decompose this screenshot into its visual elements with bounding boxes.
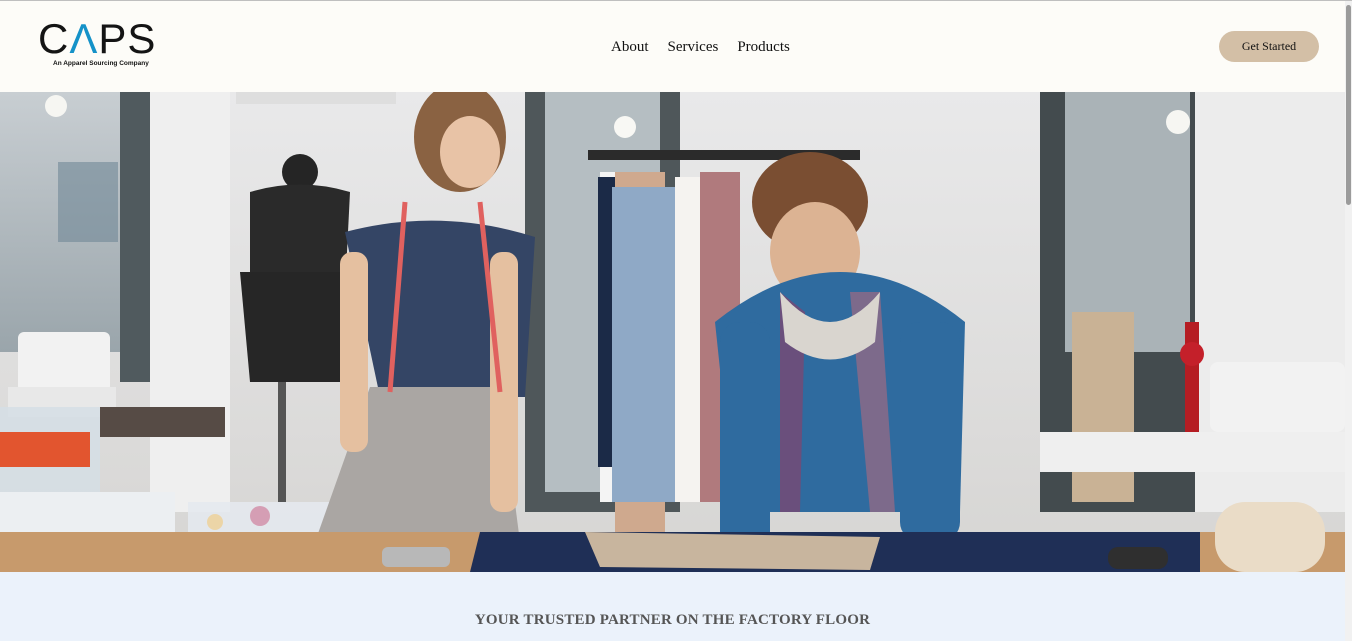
nav-products[interactable]: Products bbox=[737, 38, 790, 56]
scrollbar-thumb[interactable] bbox=[1346, 5, 1351, 205]
hero-image bbox=[0, 92, 1345, 572]
logo-letters-ps: PS bbox=[98, 15, 157, 62]
logo-letter-c: C bbox=[38, 15, 70, 62]
page-scrollbar[interactable] bbox=[1345, 1, 1352, 641]
logo-letter-a: Λ bbox=[69, 15, 99, 62]
get-started-button[interactable]: Get Started bbox=[1219, 31, 1319, 62]
hero-illustration bbox=[0, 92, 1345, 572]
site-header: CΛPS An Apparel Sourcing Company About S… bbox=[0, 1, 1345, 92]
logo-tagline: An Apparel Sourcing Company bbox=[53, 60, 149, 67]
page-content: CΛPS An Apparel Sourcing Company About S… bbox=[0, 1, 1345, 641]
nav-services[interactable]: Services bbox=[668, 38, 719, 56]
logo-wordmark: CΛPS bbox=[38, 18, 156, 60]
main-nav: About Services Products bbox=[611, 38, 790, 56]
logo[interactable]: CΛPS An Apparel Sourcing Company bbox=[38, 18, 170, 71]
intro-band: YOUR TRUSTED PARTNER ON THE FACTORY FLOO… bbox=[0, 572, 1345, 641]
section-title: YOUR TRUSTED PARTNER ON THE FACTORY FLOO… bbox=[474, 612, 871, 628]
page: CΛPS An Apparel Sourcing Company About S… bbox=[0, 0, 1352, 641]
nav-about[interactable]: About bbox=[611, 38, 649, 56]
